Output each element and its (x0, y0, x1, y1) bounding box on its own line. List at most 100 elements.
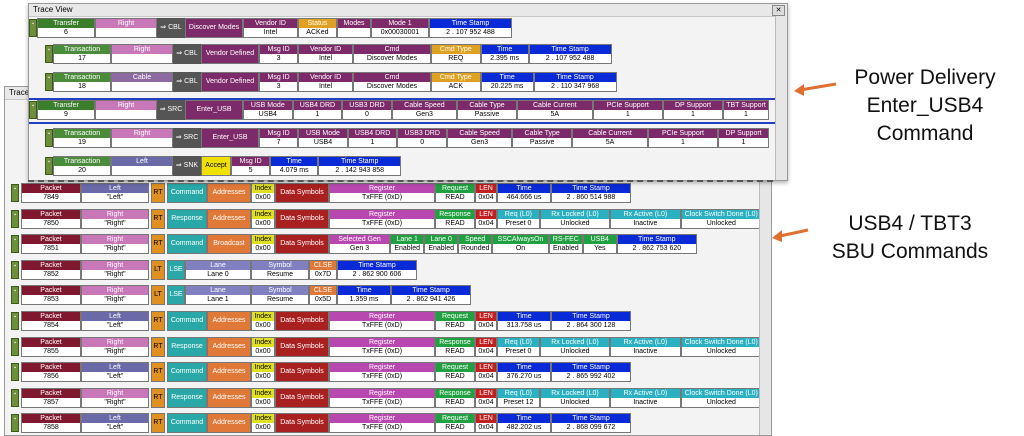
lane-label: Lane (210, 287, 226, 295)
expand-icon[interactable]: ▪ (11, 363, 19, 382)
vertical-scrollbar[interactable] (775, 16, 787, 180)
packet-number: Packet 7852 (21, 259, 81, 280)
field-tbt-support-label: TBT Support (726, 102, 766, 109)
expand-icon[interactable]: ▪ (45, 73, 53, 91)
sbu-packet-row[interactable]: ▪ Packet 7853 Right "Right" LT LSE Lane Lane 1 Sy… (5, 285, 762, 307)
field-len-value: 0x04 (476, 346, 496, 356)
expand-icon[interactable]: ▪ (45, 129, 53, 147)
field-usb3-drd-value: 0 (398, 138, 446, 147)
field-request-label: Request (441, 364, 469, 372)
direction-value (112, 82, 172, 91)
expand-icon[interactable]: ▪ (11, 286, 19, 305)
direction-label: Right (106, 389, 124, 397)
field-time-stamp: Time Stamp 2 . 862 753 620 (616, 234, 697, 255)
field-cable-speed: Cable Speed Gen3 (447, 128, 513, 148)
index-label: Index (254, 313, 272, 320)
transaction-row[interactable]: ▪ Transaction 19 Right ⇒ SRC Enter_USB Msg ID 7… (29, 128, 777, 150)
sbu-packet-row[interactable]: ▪ Packet 7856 Left "Left" RT Command Addresses I… (5, 362, 762, 384)
field-len: LEN 0x04 (475, 183, 497, 203)
direction-label: Right (106, 236, 124, 244)
close-icon[interactable]: ✕ (772, 5, 785, 16)
field-msg-id-label: Msg ID (267, 130, 290, 137)
sbu-packet-row[interactable]: ▪ Packet 7858 Left "Left" RT Command Addresses I… (5, 413, 762, 435)
field-cable-type: Cable Type Passive (512, 128, 573, 148)
packet-number: Packet 7858 (21, 413, 81, 434)
field-time-label: Time (356, 287, 372, 295)
transfer-row[interactable]: ▪ Transfer 9 Right ⇒ SRC Enter_USB USB Mode USB… (29, 98, 779, 124)
transfer-row[interactable]: ▪ Transfer 6 Right ⇒ CBL Discover Modes Vendor… (29, 18, 777, 40)
field-register-label: Register (368, 185, 396, 192)
sbu-packet-row[interactable]: ▪ Packet 7854 Left "Left" RT Command Addresses I… (5, 311, 762, 333)
index-value: 0x00 (252, 372, 274, 382)
packet-type: Transaction 20 (53, 156, 111, 176)
field-cmd-value: Discover Modes (354, 82, 430, 91)
field-request-label: Request (441, 313, 469, 320)
field-cmd-type-label: Cmd Type (439, 74, 472, 81)
field-cable-speed-label: Cable Speed (459, 130, 500, 137)
direction-value: "Left" (82, 321, 148, 330)
data-symbols: Data Symbols (275, 234, 329, 255)
expand-icon[interactable]: ▪ (11, 312, 19, 330)
expand-icon[interactable]: ▪ (29, 19, 37, 37)
expand-icon[interactable]: ▪ (45, 157, 53, 175)
expand-icon[interactable]: ▪ (11, 414, 19, 433)
field-req-l0--label: Req (L0) (504, 338, 533, 346)
expand-icon[interactable]: ▪ (29, 101, 37, 119)
sbu-packet-row[interactable]: ▪ Packet 7850 Right "Right" RT Response Address… (5, 208, 762, 231)
field-register: Register TxFFE (0xD) (329, 336, 435, 357)
field-clock-switch-done-l0--label: Clock Switch Done (L0) (684, 210, 758, 218)
packet-number-value: 7849 (22, 193, 80, 202)
field-len-value: 0x04 (476, 372, 496, 382)
annotation-line: Command (876, 122, 974, 145)
field-cable-current: Cable Current 5A (572, 128, 648, 148)
index-label: Index (254, 338, 272, 346)
expand-icon[interactable]: ▪ (11, 260, 19, 279)
field-request: Request READ (435, 183, 475, 203)
transaction-row[interactable]: ▪ Transaction 17 Right ⇒ CBL Vendor Defined Ms… (29, 44, 777, 66)
transaction-row[interactable]: ▪ Transaction 20 Left ⇒ SNK Accept Msg ID 5 Time… (29, 156, 777, 178)
field-len: LEN 0x04 (475, 311, 497, 331)
field-req-l0-: Req (L0) Preset 0 (497, 336, 540, 357)
sbu-packet-row[interactable]: ▪ Packet 7857 Right "Right" RT Response Address… (5, 387, 762, 410)
packet-number-value: 7850 (22, 218, 80, 228)
field-time: Time 20.225 ms (480, 72, 534, 92)
expand-icon[interactable]: ▪ (11, 209, 19, 228)
field-time-stamp-value: 2 . 862 900 606 (338, 269, 416, 279)
field-usb-mode-value: USB4 (244, 110, 292, 119)
addresses: Addresses (207, 387, 251, 408)
field-request-label: Request (441, 415, 469, 423)
field-status-label: Status (307, 20, 328, 27)
field-modes-value (338, 28, 370, 37)
field-usb4-drd-label: USB4 DRD (299, 102, 336, 109)
expand-icon[interactable]: ▪ (11, 235, 19, 254)
field-register: Register TxFFE (0xD) (329, 362, 435, 383)
field-request-value: READ (436, 423, 474, 433)
field-usb4-drd: USB4 DRD 1 (292, 100, 343, 120)
command-type: Response (167, 387, 207, 408)
expand-icon[interactable]: ▪ (11, 388, 19, 407)
field-cmd-type: Cmd Type REQ (431, 44, 481, 64)
field-rx-active-l0--label: Rx Active (L0) (623, 338, 668, 346)
field-time-stamp: Time Stamp 2 . 868 099 672 (551, 413, 631, 434)
sbu-packet-row[interactable]: ▪ Packet 7849 Left "Left" RT Command Addresses I… (5, 183, 762, 205)
field-selected-gen: Selected Gen Gen 3 (329, 234, 391, 255)
rt-lt-badge: RT (151, 234, 165, 255)
index-label: Index (254, 364, 272, 372)
transaction-row[interactable]: ▪ Transaction 18 Cable ⇒ CBL Vendor Defined Ms… (29, 72, 777, 94)
direction-label: Right (106, 261, 124, 269)
field-cable-current-value: 5A (518, 110, 592, 119)
field-cable-type-value: Passive (458, 110, 516, 119)
rt-lt-badge: RT (151, 208, 165, 229)
sbu-packet-row[interactable]: ▪ Packet 7851 Right "Right" RT Command Broadcas… (5, 234, 762, 256)
expand-icon[interactable]: ▪ (45, 45, 53, 63)
expand-icon[interactable]: ▪ (11, 337, 19, 356)
symbol-label: Symbol (268, 287, 292, 295)
index-label: Index (254, 210, 272, 218)
direction-value: "Right" (82, 397, 148, 407)
expand-icon[interactable]: ▪ (11, 184, 19, 202)
sbu-packet-row[interactable]: ▪ Packet 7852 Right "Right" LT LSE Lane Lane 0 Sy… (5, 259, 762, 282)
sbu-packet-row[interactable]: ▪ Packet 7855 Right "Right" RT Response Address… (5, 336, 762, 359)
packet-type-value: 17 (54, 54, 110, 63)
addresses: Addresses (207, 311, 251, 331)
direction-value: "Right" (82, 244, 148, 254)
